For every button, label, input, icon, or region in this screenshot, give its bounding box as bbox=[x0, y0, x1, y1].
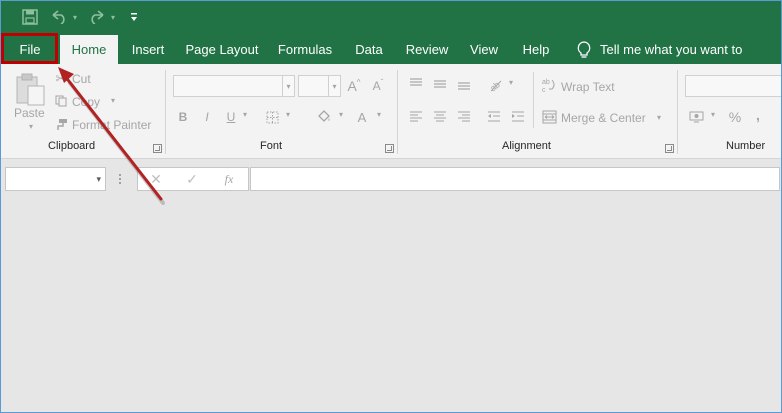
annotation-arrow bbox=[58, 67, 165, 205]
